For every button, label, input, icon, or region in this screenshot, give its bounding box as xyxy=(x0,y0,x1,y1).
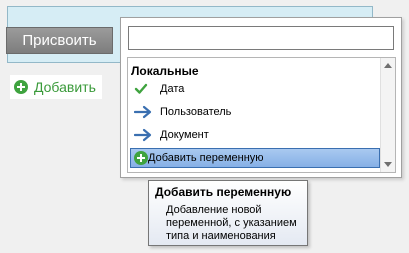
list-item-label: Дата xyxy=(160,83,185,95)
list-item-user[interactable]: Пользователь xyxy=(130,102,380,122)
list-item-label: Пользователь xyxy=(160,106,232,118)
list-item-add-variable[interactable]: Добавить переменную xyxy=(130,148,380,168)
tooltip-title: Добавить переменную xyxy=(155,185,292,199)
tooltip: Добавить переменную Добавление новой пер… xyxy=(148,180,308,246)
variable-list: Локальные Дата Пользователь Документ Доб… xyxy=(127,57,396,173)
tooltip-body: Добавление новой переменной, с указанием… xyxy=(166,204,297,242)
plus-circle-icon xyxy=(14,80,28,94)
list-item-date[interactable]: Дата xyxy=(130,79,380,99)
list-item-label: Добавить переменную xyxy=(148,152,264,164)
assign-button[interactable]: Присвоить xyxy=(6,27,113,54)
list-item-document[interactable]: Документ xyxy=(130,125,380,145)
variable-picker-popup: Локальные Дата Пользователь Документ Доб… xyxy=(120,17,402,178)
add-variable-link[interactable]: Добавить xyxy=(10,75,102,99)
scroll-down-icon[interactable] xyxy=(384,162,392,167)
arrow-right-icon xyxy=(134,105,152,119)
plus-circle-icon xyxy=(134,151,148,165)
search-input[interactable] xyxy=(128,26,394,50)
list-item-label: Документ xyxy=(160,129,209,141)
list-scrollbar[interactable] xyxy=(380,58,395,172)
check-icon xyxy=(134,82,152,96)
arrow-right-icon xyxy=(134,128,152,142)
add-link-label: Добавить xyxy=(34,79,96,95)
scroll-up-icon[interactable] xyxy=(384,63,392,68)
group-header-local: Локальные xyxy=(131,64,199,78)
